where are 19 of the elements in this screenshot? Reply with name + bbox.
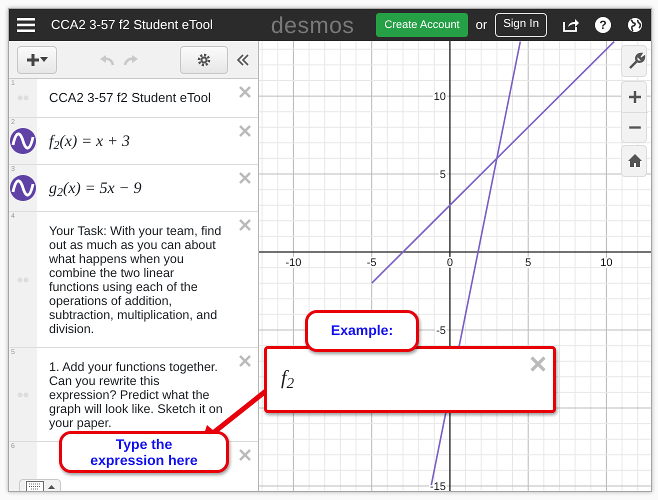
note-text: CCA2 3-57 f2 Student eTool (49, 91, 211, 105)
tick-label: -10 (285, 257, 302, 270)
logo: desmos (270, 10, 354, 40)
or-label: or (476, 16, 488, 34)
tick-label: -15 (430, 480, 446, 491)
note-text: 1. Add your functions together. Can you rewrite this expression? Predict what the graph will look like. Sketch it on your paper. (49, 360, 224, 430)
tick-label: -5 (366, 257, 377, 270)
callout-tooltip: Example: (305, 310, 419, 352)
tick-label: 10 (600, 257, 613, 270)
tick-label: 5 (525, 257, 532, 270)
tick-label: -5 (436, 325, 446, 337)
document-title: CCA2 3-57 f2 Student eTool (51, 16, 213, 34)
note-text: Your Task: With your team, find out as much as you can about what happens when you combine the two linear functions using each of the operations of addition, subtraction, multiplication, and division. (49, 224, 222, 336)
math-expression: f$_{2}$(x) = x + 3 (49, 134, 130, 148)
math-expression: f$_{2}$ (281, 366, 294, 393)
tick-label: 5 (440, 169, 446, 182)
callout-tooltip: Type the expression here (59, 431, 229, 473)
math-expression: g$_{2}$(x) = 5x − 9 (49, 182, 142, 196)
tick-label: 10 (434, 91, 446, 104)
